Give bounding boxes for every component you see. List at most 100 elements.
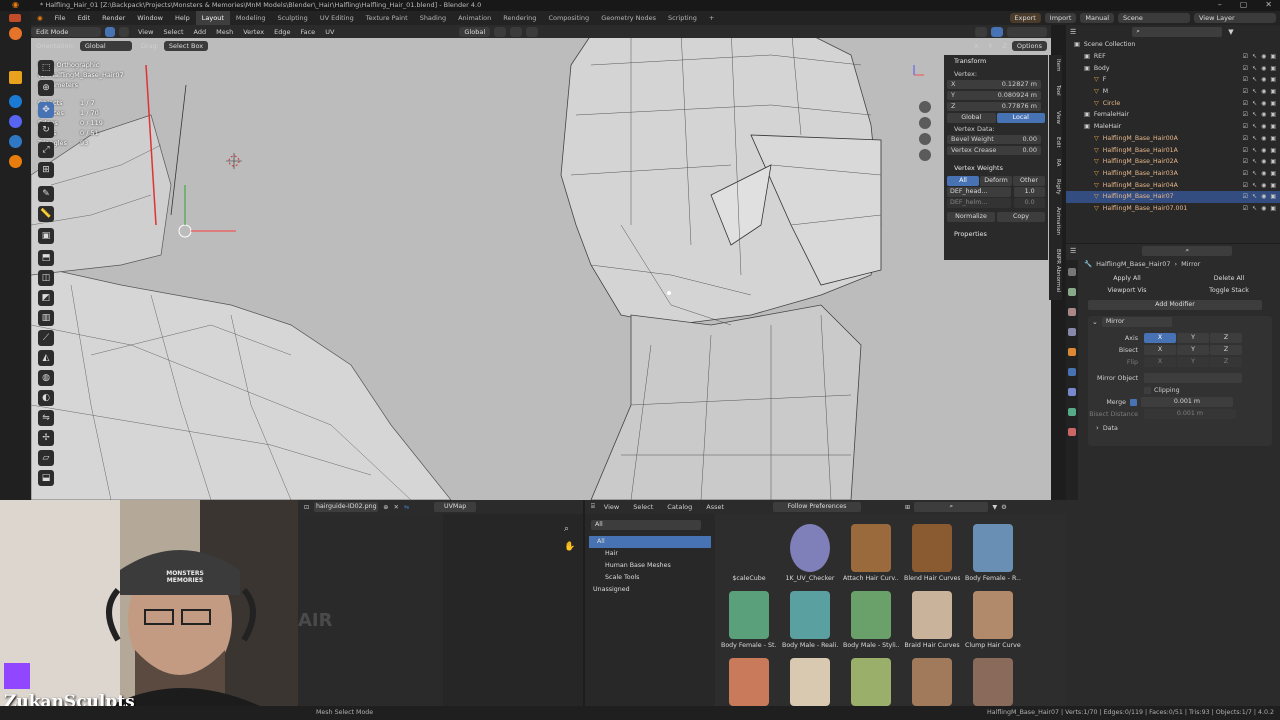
proportional-edit-icon[interactable]: [526, 26, 539, 37]
blender-menu-icon[interactable]: ◉: [31, 14, 49, 22]
axis-y-toggle[interactable]: Y: [1177, 333, 1209, 343]
tab-view[interactable]: View: [1050, 111, 1061, 124]
menu-render[interactable]: Render: [96, 14, 131, 22]
bisect-x-toggle[interactable]: X: [1144, 345, 1176, 355]
camera-icon[interactable]: ▣: [1270, 76, 1276, 83]
mirror-axis-y[interactable]: Y: [983, 42, 997, 50]
menu-add[interactable]: Add: [189, 28, 212, 36]
shear-tool-icon[interactable]: ▱: [38, 450, 54, 466]
tab-modeling[interactable]: Modeling: [230, 11, 272, 25]
app-icon[interactable]: [9, 135, 22, 148]
select-arrow-icon[interactable]: ↖: [1252, 170, 1257, 177]
cursor-tool-icon[interactable]: ⊕: [38, 80, 54, 96]
eye-icon[interactable]: ◉: [1261, 182, 1266, 189]
outliner-row[interactable]: ▽ HalflingM_Base_Hair01A ☑ ↖ ◉ ▣: [1066, 144, 1280, 156]
checkbox-icon[interactable]: ☑: [1243, 100, 1248, 107]
select-arrow-icon[interactable]: ↖: [1252, 135, 1257, 142]
local-toggle[interactable]: Local: [996, 112, 1045, 123]
blender-taskbar-icon[interactable]: [9, 155, 22, 168]
select-arrow-icon[interactable]: ↖: [1252, 182, 1257, 189]
vw-tab-all[interactable]: All: [947, 175, 979, 186]
vw-group-name[interactable]: DEF_helm...: [947, 197, 1012, 208]
rotate-tool-icon[interactable]: ↻: [38, 122, 54, 138]
checkbox-icon[interactable]: ☑: [1243, 147, 1248, 154]
camera-icon[interactable]: ▣: [1270, 205, 1276, 212]
camera-icon[interactable]: ▣: [1270, 111, 1276, 118]
transform-tool-icon[interactable]: ⊞: [38, 162, 54, 178]
properties-panel-header[interactable]: Properties: [944, 228, 1048, 241]
bisect-distance-field[interactable]: 0.001 m: [1144, 409, 1236, 419]
menu-edge[interactable]: Edge: [269, 28, 295, 36]
scale-tool-icon[interactable]: ⤢: [38, 142, 54, 158]
menu-file[interactable]: File: [49, 14, 72, 22]
extrude-tool-icon[interactable]: ⬒: [38, 250, 54, 266]
select-arrow-icon[interactable]: ↖: [1252, 205, 1257, 212]
eye-icon[interactable]: ◉: [1261, 76, 1266, 83]
eye-icon[interactable]: ◉: [1261, 65, 1266, 72]
vertex-z-field[interactable]: Z 0.77876 m: [947, 102, 1041, 111]
manual-button[interactable]: Manual: [1080, 13, 1114, 23]
object-tab-icon[interactable]: [1068, 348, 1076, 356]
add-modifier-button[interactable]: Add Modifier: [1088, 300, 1262, 310]
select-arrow-icon[interactable]: ↖: [1252, 111, 1257, 118]
select-arrow-icon[interactable]: ↖: [1252, 158, 1257, 165]
tab-animation[interactable]: Animation: [1050, 207, 1061, 235]
asset-menu-catalog[interactable]: Catalog: [662, 503, 697, 511]
outliner-row[interactable]: ▽ HalflingM_Base_Hair07.001 ☑ ↖ ◉ ▣: [1066, 203, 1280, 215]
menu-edit[interactable]: Edit: [72, 14, 97, 22]
orientation-selector[interactable]: Global: [79, 40, 132, 51]
normalize-button[interactable]: Normalize: [947, 211, 995, 222]
eye-icon[interactable]: ◉: [1261, 123, 1266, 130]
vertex-crease-field[interactable]: Vertex Crease 0.00: [947, 146, 1041, 155]
asset-tile[interactable]: Body Female - St...: [721, 591, 777, 649]
chrome-icon[interactable]: [9, 95, 22, 108]
rip-tool-icon[interactable]: ⬓: [38, 470, 54, 486]
outliner-display-mode-icon[interactable]: ☰: [1070, 28, 1076, 36]
select-box-tool-icon[interactable]: ⬚: [38, 60, 54, 76]
eye-icon[interactable]: ◉: [1261, 193, 1266, 200]
vw-tab-other[interactable]: Other: [1013, 175, 1045, 186]
camera-icon[interactable]: ▣: [1270, 53, 1276, 60]
edge-select-mode-icon[interactable]: [119, 26, 129, 37]
data-subpanel-label[interactable]: Data: [1103, 425, 1118, 432]
inset-tool-icon[interactable]: ◫: [38, 270, 54, 286]
vw-tab-deform[interactable]: Deform: [980, 175, 1012, 186]
bevel-tool-icon[interactable]: ◩: [38, 290, 54, 306]
camera-icon[interactable]: ▣: [1270, 147, 1276, 154]
global-toggle[interactable]: Global: [947, 112, 996, 123]
modifier-tab-icon[interactable]: [1068, 368, 1076, 376]
apply-all-button[interactable]: Apply All: [1096, 274, 1158, 284]
asset-tile[interactable]: Braid Hair Curves: [904, 591, 960, 649]
camera-icon[interactable]: ▣: [1270, 158, 1276, 165]
add-cube-tool-icon[interactable]: ▣: [38, 228, 54, 244]
smooth-tool-icon[interactable]: ◐: [38, 390, 54, 406]
asset-tile[interactable]: [904, 658, 960, 709]
3d-viewport[interactable]: [31, 25, 1051, 500]
asset-tile[interactable]: [843, 658, 899, 709]
tab-geometry-nodes[interactable]: Geometry Nodes: [595, 11, 662, 25]
eye-icon[interactable]: ◉: [1261, 88, 1266, 95]
asset-tile[interactable]: Body Male - Styli...: [843, 591, 899, 649]
catalog-item[interactable]: Unassigned: [585, 584, 715, 596]
loop-cut-tool-icon[interactable]: ▥: [38, 310, 54, 326]
move-tool-icon[interactable]: ✥: [38, 102, 54, 118]
pan-hand-icon[interactable]: ✋: [564, 542, 575, 552]
camera-icon[interactable]: ▣: [1270, 123, 1276, 130]
checkbox-icon[interactable]: ☑: [1243, 53, 1248, 60]
catalog-item[interactable]: Hair: [585, 548, 715, 560]
transform-panel-header[interactable]: Transform: [944, 55, 1048, 68]
outliner-row[interactable]: ▣ MaleHair ☑ ↖ ◉ ▣: [1066, 121, 1280, 133]
filter-icon[interactable]: ▼: [1228, 28, 1233, 36]
asset-search-input[interactable]: ⌕: [914, 502, 989, 512]
vertex-select-mode-icon[interactable]: [105, 26, 115, 37]
mirror-axis-x[interactable]: X: [969, 42, 983, 50]
asset-tile[interactable]: [782, 658, 838, 709]
outliner-row[interactable]: ▣ REF ☑ ↖ ◉ ▣: [1066, 51, 1280, 63]
uvmap-selector[interactable]: UVMap: [434, 502, 477, 512]
tab-compositing[interactable]: Compositing: [542, 11, 595, 25]
flip-z-toggle[interactable]: Z: [1210, 357, 1242, 367]
tab-uv-editing[interactable]: UV Editing: [314, 11, 360, 25]
bisect-y-toggle[interactable]: Y: [1177, 345, 1209, 355]
asset-tile[interactable]: Body Male - Reali...: [782, 591, 838, 649]
checkbox-icon[interactable]: ☑: [1243, 123, 1248, 130]
